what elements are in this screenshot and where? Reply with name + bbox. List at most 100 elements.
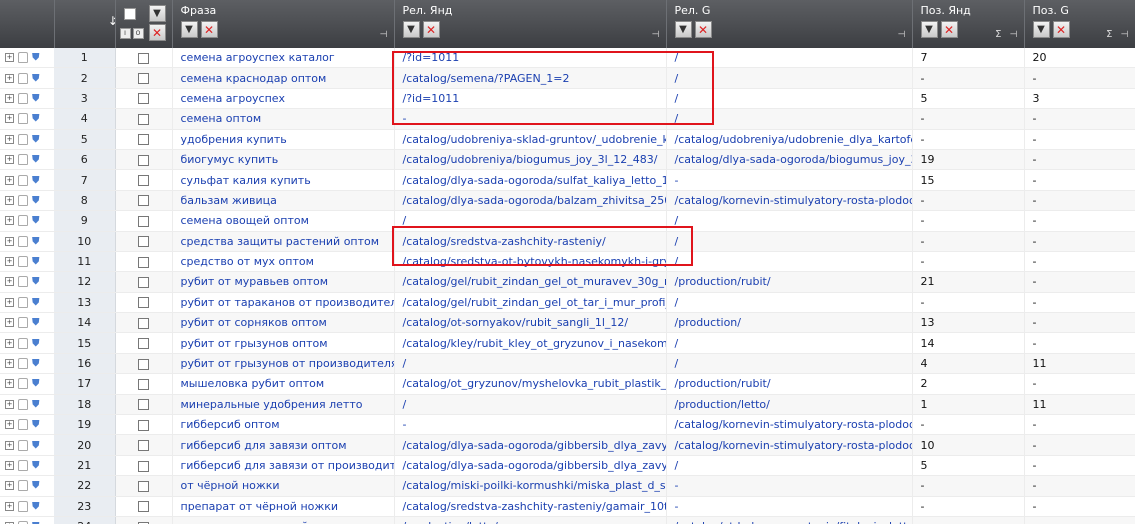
sigma-icon[interactable]: Σ bbox=[995, 29, 1001, 40]
phrase-link[interactable]: бальзам живица bbox=[181, 194, 277, 207]
column-header-pos-yandex[interactable]: Поз. Янд ▼ ✕ Σ ⊣ bbox=[912, 0, 1025, 48]
plus-expand-icon[interactable]: + bbox=[5, 134, 14, 144]
table-row[interactable]: + ⛊ 13 рубит от тараканов от производителя /… bbox=[0, 292, 1135, 314]
rel-google-link[interactable]: /production/letto/ bbox=[675, 398, 770, 411]
row-checkbox[interactable] bbox=[137, 317, 149, 329]
lock-icon[interactable] bbox=[18, 337, 28, 349]
row-checkbox[interactable] bbox=[137, 419, 149, 431]
lock-icon[interactable] bbox=[18, 154, 28, 166]
shield-icon[interactable]: ⛊ bbox=[32, 134, 40, 145]
phrase-link[interactable]: семена овощей оптом bbox=[181, 214, 309, 227]
plus-expand-icon[interactable]: + bbox=[5, 399, 14, 409]
row-checkbox[interactable] bbox=[137, 52, 149, 64]
row-checkbox[interactable] bbox=[137, 440, 149, 452]
rel-yandex-link[interactable]: /catalog/semena/?PAGEN_1=2 bbox=[403, 72, 570, 85]
plus-expand-icon[interactable]: + bbox=[5, 501, 14, 511]
filter-funnel-icon[interactable]: ▼ bbox=[148, 5, 166, 22]
rel-yandex-link[interactable]: /catalog/udobreniya/biogumus_joy_3l_12_4… bbox=[403, 153, 658, 166]
table-row[interactable]: + ⛊ 11 средство от мух оптом/catalog/sredst… bbox=[0, 251, 1135, 273]
rel-google-link[interactable]: / bbox=[675, 92, 679, 105]
row-checkbox[interactable] bbox=[137, 358, 149, 370]
rel-google-link[interactable]: /catalog/kornevin-stimulyatory-rosta-plo… bbox=[675, 418, 912, 431]
plus-expand-icon[interactable]: + bbox=[5, 277, 14, 287]
lock-icon[interactable] bbox=[18, 358, 28, 370]
rel-google-link[interactable]: - bbox=[675, 500, 679, 513]
table-row[interactable]: + ⛊ 21 гибберсиб для завязи от производител… bbox=[0, 455, 1135, 477]
mini-button-1[interactable]: I bbox=[119, 28, 131, 39]
rel-yandex-link[interactable]: /catalog/gel/rubit_zindan_gel_ot_tar_i_m… bbox=[403, 296, 666, 309]
rel-google-link[interactable]: - bbox=[675, 174, 679, 187]
table-row[interactable]: + ⛊ 20 гибберсиб для завязи оптом/catalog/d… bbox=[0, 434, 1135, 456]
plus-expand-icon[interactable]: + bbox=[5, 297, 14, 307]
rel-yandex-link[interactable]: /catalog/udobreniya-sklad-gruntov/_udobr… bbox=[403, 133, 666, 146]
select-all-checkbox[interactable] bbox=[123, 8, 136, 20]
table-row[interactable]: +⛊24 средства от корневой гнили оптом/pro… bbox=[0, 516, 1135, 524]
lock-icon[interactable] bbox=[18, 398, 28, 410]
rel-google-link[interactable]: / bbox=[675, 337, 679, 350]
plus-expand-icon[interactable]: + bbox=[5, 318, 14, 328]
phrase-link[interactable]: гибберсиб оптом bbox=[181, 418, 280, 431]
rel-yandex-link[interactable]: /catalog/sredstva-ot-bytovykh-nasekomykh… bbox=[403, 255, 666, 268]
row-checkbox[interactable] bbox=[137, 195, 149, 207]
shield-icon[interactable]: ⛊ bbox=[32, 175, 40, 186]
phrase-link[interactable]: рубит от грызунов оптом bbox=[181, 337, 328, 350]
rel-yandex-link[interactable]: - bbox=[403, 418, 407, 431]
shield-icon[interactable]: ⛊ bbox=[32, 73, 40, 84]
table-row[interactable]: + ⛊ 7 сульфат калия купить/catalog/dlya-sad… bbox=[0, 169, 1135, 191]
phrase-link[interactable]: средство от мух оптом bbox=[181, 255, 314, 268]
plus-expand-icon[interactable]: + bbox=[5, 338, 14, 348]
table-row[interactable]: + ⛊ 16 рубит от грызунов от производителя / /… bbox=[0, 353, 1135, 375]
shield-icon[interactable]: ⛊ bbox=[32, 93, 40, 104]
table-row[interactable]: + ⛊ 8 бальзам живица/catalog/dlya-sada-ogor… bbox=[0, 190, 1135, 212]
lock-icon[interactable] bbox=[18, 52, 28, 64]
table-row[interactable]: + ⛊ 15 рубит от грызунов оптом/catalog/kley… bbox=[0, 332, 1135, 354]
phrase-link[interactable]: средства защиты растений оптом bbox=[181, 235, 380, 248]
shield-icon[interactable]: ⛊ bbox=[32, 460, 40, 471]
table-row[interactable]: + ⛊ 14 рубит от сорняков оптом/catalog/ot-s… bbox=[0, 312, 1135, 334]
rel-google-link[interactable]: /catalog/udobreniya/udobrenie_dlya_karto… bbox=[675, 133, 912, 146]
clear-filter-icon[interactable]: ✕ bbox=[694, 21, 712, 38]
rel-yandex-link[interactable]: /catalog/dlya-sada-ogoroda/sulfat_kaliya… bbox=[403, 174, 666, 187]
column-header-rel-yandex[interactable]: Рел. Янд ▼ ✕ ⊣ bbox=[394, 0, 667, 48]
shield-icon[interactable]: ⛊ bbox=[32, 378, 40, 389]
rel-yandex-link[interactable]: /catalog/kley/rubit_kley_ot_gryzunov_i_n… bbox=[403, 337, 666, 350]
clear-filter-icon[interactable]: ✕ bbox=[148, 24, 166, 41]
lock-icon[interactable] bbox=[18, 113, 28, 125]
row-checkbox[interactable] bbox=[137, 460, 149, 472]
plus-expand-icon[interactable]: + bbox=[5, 114, 14, 124]
filter-funnel-icon[interactable]: ▼ bbox=[1032, 21, 1050, 38]
shield-icon[interactable]: ⛊ bbox=[32, 480, 40, 491]
pin-icon[interactable]: ⊣ bbox=[380, 30, 388, 40]
phrase-link[interactable]: средства от корневой гнили оптом bbox=[181, 520, 386, 524]
plus-expand-icon[interactable]: + bbox=[5, 420, 14, 430]
filter-funnel-icon[interactable]: ▼ bbox=[402, 21, 420, 38]
pin-icon[interactable]: ⊣ bbox=[1121, 30, 1129, 40]
shield-icon[interactable]: ⛊ bbox=[32, 52, 40, 63]
lock-icon[interactable] bbox=[18, 419, 28, 431]
table-row[interactable]: + ⛊ 5 удобрения купить/catalog/udobreniya-s… bbox=[0, 129, 1135, 150]
shield-icon[interactable]: ⛊ bbox=[32, 195, 40, 206]
rel-google-link[interactable]: / bbox=[675, 235, 679, 248]
rel-yandex-link[interactable]: /catalog/miski-poilki-kormushki/miska_pl… bbox=[403, 479, 666, 492]
plus-expand-icon[interactable]: + bbox=[5, 481, 14, 491]
row-checkbox[interactable] bbox=[137, 215, 149, 227]
lock-icon[interactable] bbox=[18, 235, 28, 247]
row-checkbox[interactable] bbox=[137, 93, 149, 105]
row-checkbox[interactable] bbox=[137, 378, 149, 390]
row-checkbox[interactable] bbox=[137, 338, 149, 350]
plus-expand-icon[interactable]: + bbox=[5, 379, 14, 389]
phrase-link[interactable]: семена агроуспех каталог bbox=[181, 51, 335, 64]
rel-yandex-link[interactable]: /?id=1011 bbox=[403, 92, 460, 105]
plus-expand-icon[interactable]: + bbox=[5, 236, 14, 246]
lock-icon[interactable] bbox=[18, 500, 28, 512]
rel-google-link[interactable]: /production/rubit/ bbox=[675, 275, 771, 288]
rel-yandex-link[interactable]: /production/letto/ bbox=[403, 520, 498, 524]
rel-google-link[interactable]: / bbox=[675, 214, 679, 227]
lock-icon[interactable] bbox=[18, 317, 28, 329]
row-checkbox[interactable] bbox=[137, 236, 149, 248]
rel-google-link[interactable]: / bbox=[675, 255, 679, 268]
lock-icon[interactable] bbox=[18, 194, 28, 206]
sigma-icon[interactable]: Σ bbox=[1106, 29, 1112, 40]
rel-yandex-link[interactable]: / bbox=[403, 398, 407, 411]
lock-icon[interactable] bbox=[18, 92, 28, 104]
